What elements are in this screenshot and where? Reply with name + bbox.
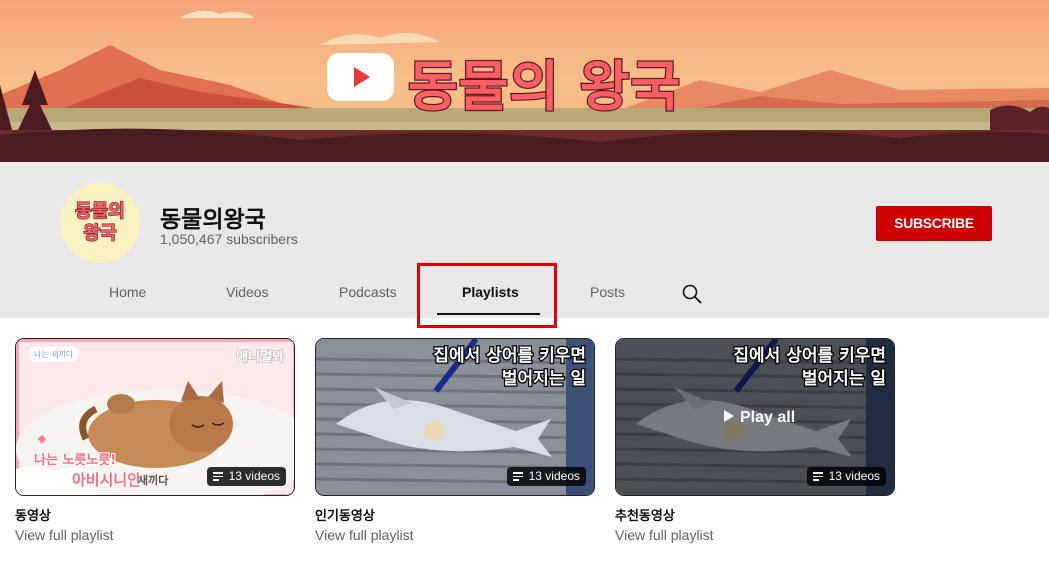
playlists-tab-highlight xyxy=(417,263,557,328)
avatar-text-line2: 왕국 xyxy=(83,222,117,244)
view-full-playlist-link[interactable]: View full playlist xyxy=(615,527,714,543)
video-count: 13 videos xyxy=(228,469,280,483)
tab-podcasts[interactable]: Podcasts xyxy=(339,284,397,300)
thumbnail-caption: 집에서 상어를 키우면 벌어지는 일 xyxy=(432,345,588,391)
thumbnail-caption: 아비시니안 xyxy=(71,470,142,490)
playlist-thumbnail[interactable]: 집에서 상어를 키우면 벌어지는 일 13 videos xyxy=(315,338,595,496)
tab-home[interactable]: Home xyxy=(109,284,146,300)
playlist-title[interactable]: 동영상 xyxy=(15,505,51,524)
thumbnail-channel-mark: 애니멀봐 xyxy=(235,349,284,366)
thumbnail-caption-line2: 벌어지는 일 xyxy=(501,368,588,391)
thumbnail-caption: 나는 노릇노릇! xyxy=(33,452,117,469)
banner-title: 동물의 왕국 xyxy=(407,54,682,120)
thumbnail-caption-line1: 집에서 상어를 키우면 xyxy=(732,345,887,368)
view-full-playlist-link[interactable]: View full playlist xyxy=(315,527,414,543)
thumbnail-caption: 새끼다 xyxy=(138,474,169,487)
view-full-playlist-link[interactable]: View full playlist xyxy=(15,527,114,543)
video-count-badge: 13 videos xyxy=(206,467,286,486)
video-count-badge: 13 videos xyxy=(506,467,586,486)
youtube-logo-icon xyxy=(327,53,394,101)
playlist-icon xyxy=(212,472,225,481)
playlist-icon xyxy=(512,472,525,481)
playlist-title[interactable]: 추천동영상 xyxy=(615,505,675,524)
play-icon xyxy=(724,410,734,422)
thumbnail-caption-line2: 벌어지는 일 xyxy=(801,368,888,391)
video-count: 13 videos xyxy=(828,469,880,483)
search-icon[interactable] xyxy=(682,284,702,304)
thumbnail-tag: 나는 새끼다 xyxy=(28,347,80,362)
video-count: 13 videos xyxy=(528,469,580,483)
playlist-thumbnail[interactable]: 나는 새끼다 애니멀봐 나는 노릇노릇! 아비시니안 새끼다 13 videos xyxy=(15,338,295,496)
avatar[interactable]: 동물의 왕국 xyxy=(60,183,140,263)
thumbnail-caption-line1: 집에서 상어를 키우면 xyxy=(432,345,587,368)
subscribe-button[interactable]: SUBSCRIBE xyxy=(876,206,992,241)
subscriber-count: 1,050,467 subscribers xyxy=(160,231,298,247)
playlist-icon xyxy=(812,472,825,481)
video-count-badge: 13 videos xyxy=(806,467,886,486)
tab-videos[interactable]: Videos xyxy=(226,284,269,300)
playlist-title[interactable]: 인기동영상 xyxy=(315,505,375,524)
avatar-text: 동물의 왕국 xyxy=(60,200,140,245)
thumbnail-caption: 집에서 상어를 키우면 벌어지는 일 xyxy=(732,345,888,391)
channel-name: 동물의왕국 xyxy=(160,207,266,233)
play-all-button[interactable]: Play all xyxy=(724,409,795,427)
channel-banner: 동물의 왕국 xyxy=(0,0,1049,162)
play-all-label: Play all xyxy=(740,409,796,426)
avatar-text-line1: 동물의 xyxy=(75,200,126,222)
tab-posts[interactable]: Posts xyxy=(590,284,625,300)
playlist-thumbnail[interactable]: 집에서 상어를 키우면 벌어지는 일 Play all 13 videos xyxy=(615,338,895,496)
